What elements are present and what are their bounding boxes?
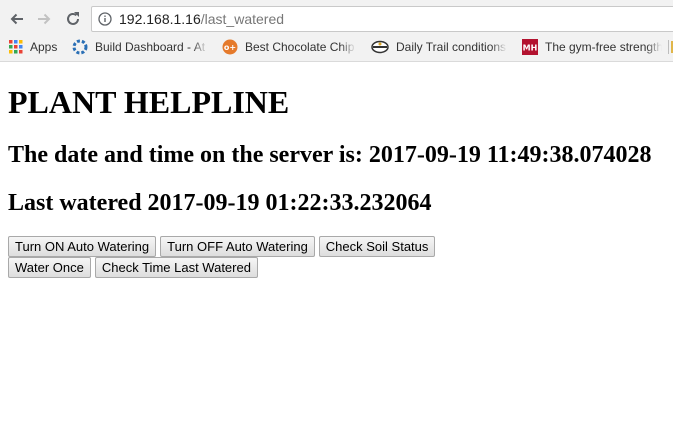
- bookmark-label: Apps: [30, 40, 58, 54]
- trail-conditions-icon: [371, 40, 389, 54]
- build-dashboard-icon: [72, 39, 88, 55]
- chocolate-chip-site-icon: o+: [222, 39, 238, 55]
- bookmarks-divider: [668, 40, 669, 54]
- apps-grid-icon: [9, 40, 23, 54]
- page-title: PLANT HELPLINE: [8, 84, 290, 120]
- mh-logo-icon: MH: [522, 39, 538, 55]
- reload-icon: [67, 12, 79, 25]
- bookmark-gym-free[interactable]: MH The gym-free strength: [522, 38, 662, 56]
- info-icon[interactable]: [98, 12, 112, 26]
- address-bar[interactable]: 192.168.1.16/last_watered: [91, 6, 673, 32]
- turn-on-auto-watering-button[interactable]: Turn ON Auto Watering: [8, 236, 157, 257]
- back-button[interactable]: [6, 8, 28, 30]
- bookmark-trail-conditions[interactable]: Daily Trail conditions: [371, 38, 507, 56]
- check-time-last-watered-button[interactable]: Check Time Last Watered: [94, 257, 258, 278]
- forward-button[interactable]: [33, 8, 55, 30]
- back-arrow-icon: [10, 13, 23, 25]
- bookmark-label: Daily Trail conditions: [396, 40, 507, 54]
- url-text[interactable]: 192.168.1.16/last_watered: [119, 11, 284, 27]
- bookmarks-bar: Apps Build Dashboard - At o+ Best Chocol…: [0, 36, 673, 58]
- bookmark-label: The gym-free strength: [545, 40, 662, 54]
- forward-arrow-icon: [38, 13, 51, 25]
- bookmark-apps[interactable]: Apps: [9, 38, 57, 56]
- reload-button[interactable]: [62, 8, 84, 30]
- last-watered-heading: Last watered 2017-09-19 01:22:33.232064: [8, 190, 432, 216]
- svg-text:o+: o+: [224, 43, 236, 52]
- button-row-2: Water Once Check Time Last Watered: [8, 257, 258, 278]
- bookmark-label: Build Dashboard - At: [95, 40, 206, 54]
- bookmark-chocolate-chip[interactable]: o+ Best Chocolate Chip C: [222, 38, 356, 56]
- turn-off-auto-watering-button[interactable]: Turn OFF Auto Watering: [160, 236, 315, 257]
- svg-text:MH: MH: [523, 44, 538, 53]
- browser-chrome: 192.168.1.16/last_watered Apps Build Das…: [0, 0, 673, 62]
- water-once-button[interactable]: Water Once: [8, 257, 91, 278]
- button-row-1: Turn ON Auto Watering Turn OFF Auto Wate…: [8, 236, 436, 257]
- server-time-heading: The date and time on the server is: 2017…: [8, 142, 652, 168]
- url-path: /last_watered: [200, 11, 285, 27]
- bookmark-build-dashboard[interactable]: Build Dashboard - At: [72, 38, 208, 56]
- check-soil-status-button[interactable]: Check Soil Status: [318, 236, 436, 257]
- url-host: 192.168.1.16: [119, 11, 201, 27]
